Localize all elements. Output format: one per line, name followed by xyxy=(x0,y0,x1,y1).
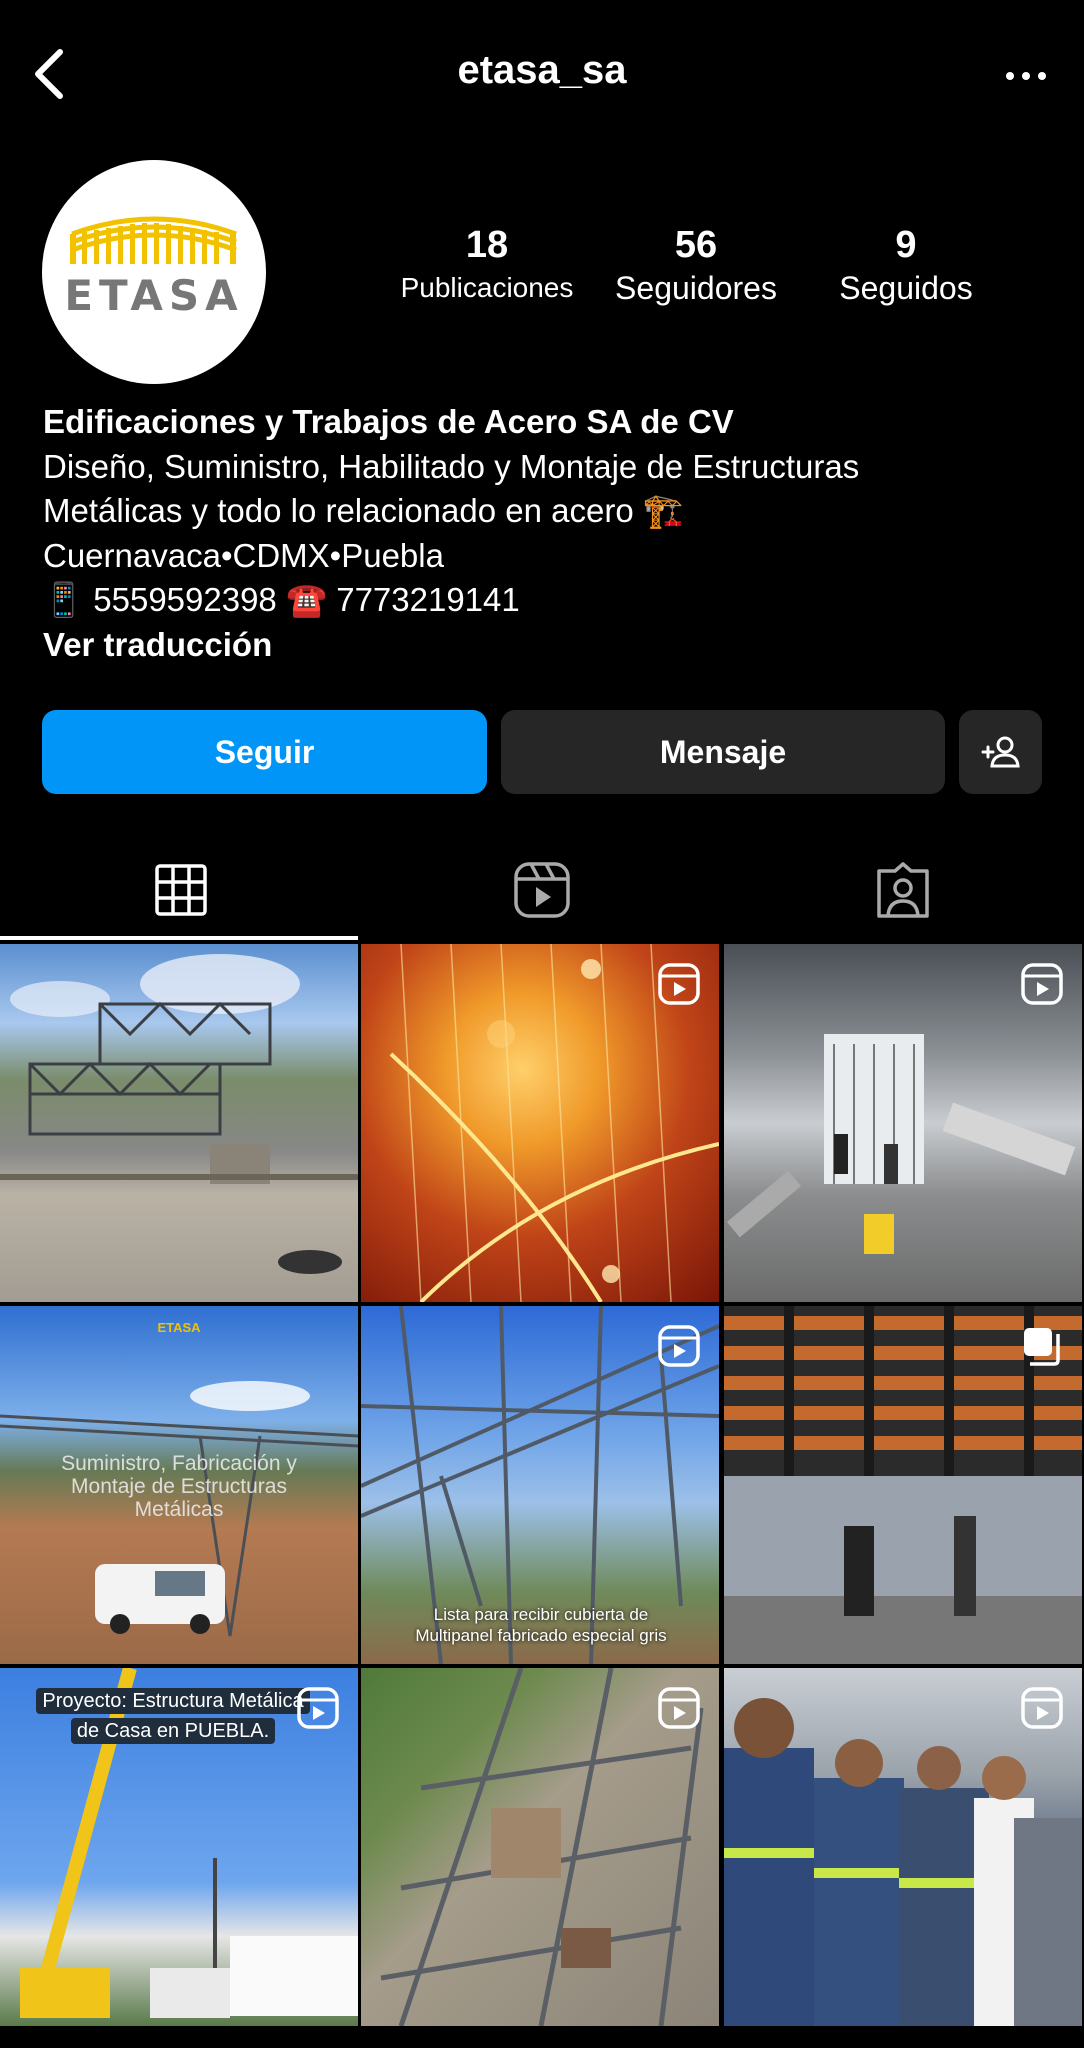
reel-icon xyxy=(1021,963,1063,1005)
bio-line: Metálicas y todo lo relacionado en acero… xyxy=(43,492,684,529)
carousel-icon xyxy=(1024,1328,1060,1366)
profile-avatar[interactable]: ETASA xyxy=(42,160,266,384)
profile-name: Edificaciones y Trabajos de Acero SA de … xyxy=(43,403,734,440)
post-caption-text: Proyecto: Estructura Metálica de Casa en… xyxy=(36,1688,310,1744)
stat-following[interactable]: 9 Seguidos xyxy=(810,222,1002,308)
message-button[interactable]: Mensaje xyxy=(501,710,945,794)
profile-username: etasa_sa xyxy=(457,48,627,92)
bio-line: Cuernavaca•CDMX•Puebla xyxy=(43,536,444,574)
bio-line: Diseño, Suministro, Habilitado y Montaje… xyxy=(43,447,860,485)
post-caption-overlay: Proyecto: Estructura Metálica de Casa en… xyxy=(28,1686,318,1746)
follow-button[interactable]: Seguir xyxy=(42,710,487,794)
post-thumbnail[interactable] xyxy=(361,944,719,1302)
grid-icon xyxy=(154,864,207,916)
reel-icon xyxy=(658,963,700,1005)
suggested-users-button[interactable] xyxy=(959,710,1042,794)
post-thumbnail[interactable]: Lista para recibir cubierta de Multipane… xyxy=(361,1306,719,1664)
reel-icon xyxy=(1021,1687,1063,1729)
following-count: 9 xyxy=(895,224,917,266)
posts-count: 18 xyxy=(465,224,509,266)
avatar-logo-text: ETASA xyxy=(64,271,243,320)
profile-bio: Edificaciones y Trabajos de Acero SA de … xyxy=(43,400,1043,667)
tab-tagged[interactable] xyxy=(722,840,1084,940)
following-label: Seguidos xyxy=(839,270,973,306)
post-thumbnail[interactable] xyxy=(724,944,1082,1302)
reel-icon xyxy=(297,1687,339,1729)
post-thumbnail[interactable] xyxy=(724,1668,1082,2026)
add-user-icon xyxy=(981,736,1020,768)
translate-link[interactable]: Ver traducción xyxy=(43,623,1043,668)
post-image xyxy=(0,954,358,1274)
stat-followers[interactable]: 56 Seguidores xyxy=(600,222,792,308)
followers-count: 56 xyxy=(674,224,718,266)
reel-icon xyxy=(658,1687,700,1729)
post-logo: ETASA xyxy=(157,1320,201,1335)
active-tab-indicator xyxy=(0,936,358,940)
reel-icon xyxy=(658,1325,700,1367)
followers-label: Seguidores xyxy=(615,270,777,306)
stat-posts[interactable]: 18 Publicaciones xyxy=(392,222,582,308)
post-thumbnail[interactable] xyxy=(0,944,358,1302)
posts-label: Publicaciones xyxy=(400,272,574,303)
tab-grid[interactable] xyxy=(0,840,361,940)
tagged-icon xyxy=(877,862,929,918)
post-caption-overlay: Lista para recibir cubierta de Multipane… xyxy=(415,1605,667,1645)
post-thumbnail[interactable] xyxy=(724,1306,1082,1664)
more-options-icon[interactable] xyxy=(996,56,1056,96)
post-caption-overlay: Suministro, Fabricación y Montaje de Est… xyxy=(61,1452,297,1521)
reels-icon xyxy=(513,862,570,918)
post-thumbnail[interactable] xyxy=(361,1668,719,2026)
post-thumbnail[interactable]: Proyecto: Estructura Metálica de Casa en… xyxy=(0,1668,358,2026)
tab-reels[interactable] xyxy=(361,840,722,940)
bio-line: 📱 5559592398 ☎️ 7773219141 xyxy=(43,581,520,618)
post-thumbnail[interactable]: ETASA Suministro, Fabricación y Montaje … xyxy=(0,1306,358,1664)
